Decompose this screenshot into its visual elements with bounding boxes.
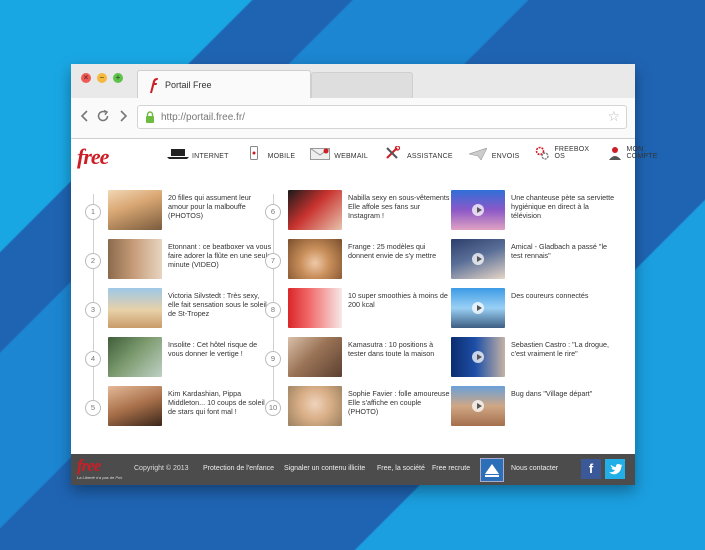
rank-badge: 10 [265, 400, 281, 416]
play-icon[interactable] [472, 400, 484, 412]
rank-badge: 6 [265, 204, 281, 220]
rank-badge: 2 [85, 253, 101, 269]
video-item[interactable]: Une chanteuse pète sa serviette hygiéniq… [451, 190, 614, 234]
menu-internet[interactable]: INTERNET [167, 146, 229, 160]
free-logo[interactable]: free [77, 144, 109, 170]
tools-icon [382, 146, 404, 160]
rank-badge: 1 [85, 204, 101, 220]
thumbnail-image[interactable] [288, 190, 342, 230]
video-thumbnail[interactable] [451, 190, 505, 230]
content-area: 1 20 filles qui assument leur amour pour… [71, 174, 635, 444]
video-thumbnail[interactable] [451, 386, 505, 426]
list-item[interactable]: 20 filles qui assument leur amour pour l… [108, 190, 268, 234]
main-menu: INTERNET MOBILE WEBMAIL ASSISTANCE ENVOI… [167, 146, 677, 160]
arrow-left-icon [80, 110, 88, 122]
thumbnail-image[interactable] [288, 239, 342, 279]
mobile-icon [243, 146, 265, 160]
video-thumbnail[interactable] [451, 239, 505, 279]
facebook-icon[interactable]: f [581, 459, 601, 479]
browser-toolbar: ☆ [71, 98, 635, 138]
play-icon[interactable] [472, 302, 484, 314]
thumbnail-image[interactable] [108, 386, 162, 426]
footer-link-protection[interactable]: Protection de l'enfance [203, 465, 274, 472]
new-tab[interactable] [311, 72, 413, 99]
list-item[interactable]: Kim Kardashian, Pippa Middleton... 10 co… [108, 386, 268, 430]
list-item[interactable]: Etonnant : ce beatboxer va vous faire ad… [108, 239, 271, 283]
mail-icon [309, 146, 331, 160]
thumbnail-image[interactable] [108, 337, 162, 377]
reload-button[interactable] [96, 109, 110, 123]
play-icon[interactable] [472, 351, 484, 363]
arrow-right-icon [120, 110, 128, 122]
tab-portail-free[interactable]: Portail Free [137, 70, 311, 99]
thumbnail-image[interactable] [288, 386, 342, 426]
twitter-icon[interactable] [605, 459, 625, 479]
close-window-button[interactable]: × [81, 73, 91, 83]
back-button[interactable] [78, 109, 92, 123]
footer-free-logo[interactable]: free [77, 456, 101, 476]
video-item[interactable]: Bug dans "Village départ" [451, 386, 611, 430]
site-header: free INTERNET MOBILE WEBMAIL ASSISTANCE … [71, 140, 657, 170]
video-thumbnail[interactable] [451, 337, 505, 377]
tab-title: Portail Free [165, 80, 212, 90]
lock-icon [146, 111, 154, 123]
list-item[interactable]: 10 super smoothies à moins de 200 kcal [288, 288, 448, 332]
list-item[interactable]: Frange : 25 modèles qui donnent envie de… [288, 239, 448, 283]
browser-window: × – + Portail Free ☆ fre [71, 64, 657, 485]
video-item[interactable]: Amical - Gladbach a passé "le test renna… [451, 239, 611, 283]
gear-icon [533, 146, 551, 160]
play-icon[interactable] [472, 204, 484, 216]
list-item[interactable]: Victoria Silvstedt : Très sexy, elle fai… [108, 288, 268, 332]
play-icon[interactable] [472, 253, 484, 265]
timeline-line [93, 194, 94, 404]
browser-chrome: × – + Portail Free ☆ [71, 64, 635, 139]
list-item[interactable]: Sophie Favier : folle amoureuse Elle s'a… [288, 386, 449, 430]
footer-link-contact[interactable]: Nous contacter [511, 465, 558, 472]
menu-mon-compte[interactable]: MON COMPTE [607, 146, 663, 160]
window-controls: × – + [81, 73, 123, 83]
thumbnail-image[interactable] [108, 288, 162, 328]
forward-button[interactable] [116, 109, 130, 123]
video-item[interactable]: Sebastien Castro : "La drogue, c'est vra… [451, 337, 611, 381]
copyright-text: Copyright © 2013 [134, 465, 189, 472]
thumbnail-image[interactable] [108, 190, 162, 230]
footer-link-recrute[interactable]: Free recrute [432, 465, 470, 472]
rank-badge: 4 [85, 351, 101, 367]
bookmark-star-icon[interactable]: ☆ [607, 109, 620, 123]
user-icon [607, 146, 623, 160]
thumbnail-image[interactable] [108, 239, 162, 279]
list-item[interactable]: Insolite : Cet hôtel risque de vous donn… [108, 337, 268, 381]
maximize-window-button[interactable]: + [113, 73, 123, 83]
footer-link-signaler[interactable]: Signaler un contenu illicite [284, 465, 365, 472]
menu-freebox-os[interactable]: FREEBOX OS [533, 146, 593, 160]
thumbnail-image[interactable] [288, 288, 342, 328]
rank-badge: 3 [85, 302, 101, 318]
minimize-window-button[interactable]: – [97, 73, 107, 83]
free-favicon-icon [150, 78, 158, 93]
address-bar[interactable]: ☆ [137, 105, 627, 129]
video-thumbnail[interactable] [451, 288, 505, 328]
timeline-line [273, 194, 274, 404]
rank-badge: 7 [265, 253, 281, 269]
menu-envois[interactable]: ENVOIS [467, 146, 520, 160]
rank-badge: 8 [265, 302, 281, 318]
site-footer: free La Liberté n'a pas de Prix Copyrigh… [71, 454, 635, 485]
menu-webmail[interactable]: WEBMAIL [309, 146, 368, 160]
laptop-icon [167, 146, 189, 160]
association-badge-icon[interactable] [480, 458, 504, 482]
menu-mobile[interactable]: MOBILE [243, 146, 296, 160]
url-input[interactable] [161, 111, 581, 123]
video-item[interactable]: Des coureurs connectés [451, 288, 611, 332]
thumbnail-image[interactable] [288, 337, 342, 377]
reload-icon [97, 109, 109, 122]
list-item[interactable]: Nabilla sexy en sous-vêtements Elle affo… [288, 190, 449, 234]
menu-assistance[interactable]: ASSISTANCE [382, 146, 453, 160]
footer-tagline: La Liberté n'a pas de Prix [77, 475, 123, 480]
list-item[interactable]: Kamasutra : 10 positions à tester dans t… [288, 337, 448, 381]
footer-link-societe[interactable]: Free, la société [377, 465, 425, 472]
rank-badge: 5 [85, 400, 101, 416]
rank-badge: 9 [265, 351, 281, 367]
paper-plane-icon [467, 146, 489, 160]
